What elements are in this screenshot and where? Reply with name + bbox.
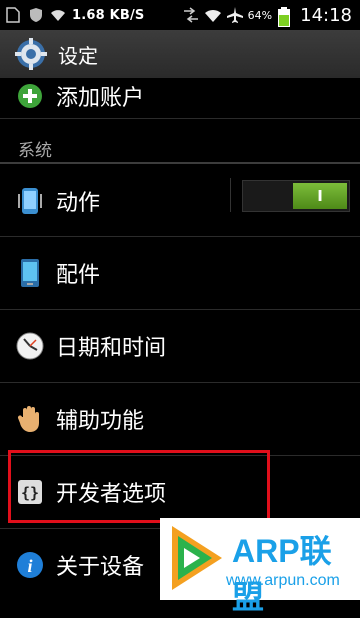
list-item-add-account[interactable]: 添加账户 <box>0 80 360 112</box>
watermark-url: www.arpun.com <box>226 572 340 589</box>
hand-icon <box>16 405 44 433</box>
item-label-about-device: 关于设备 <box>56 554 145 580</box>
motion-toggle[interactable]: I <box>242 180 350 212</box>
list-item-accessories[interactable]: 配件 <box>0 237 360 309</box>
watermark: ARP联盟 www.arpun.com <box>160 518 360 615</box>
battery-percent: 64% <box>247 8 273 22</box>
plus-circle-icon <box>16 82 44 110</box>
list-item-date-time[interactable]: 日期和时间 <box>0 310 360 382</box>
network-speed: 1.68 KB/S <box>72 7 145 23</box>
app-title-bar: 设定 <box>0 30 360 78</box>
clock-icon <box>16 332 44 360</box>
battery-icon <box>278 7 294 27</box>
phone-motion-icon <box>16 187 44 215</box>
status-bar: 1.68 KB/S 64% 14:18 <box>0 0 360 30</box>
section-divider <box>0 162 360 164</box>
divider <box>0 118 360 119</box>
highlight-box <box>8 450 270 523</box>
data-arrows-icon <box>182 7 198 23</box>
item-label-accessibility: 辅助功能 <box>56 409 145 434</box>
wifi-signal-icon <box>204 7 221 23</box>
info-icon: i <box>16 551 44 579</box>
item-label-date-time: 日期和时间 <box>56 336 167 361</box>
toggle-knob: I <box>293 183 347 209</box>
wifi-icon <box>50 7 66 23</box>
phone-device-icon <box>16 259 44 287</box>
page-title: 设定 <box>58 43 98 68</box>
item-label-add-account: 添加账户 <box>56 86 145 111</box>
item-label-accessories: 配件 <box>56 263 101 288</box>
section-header-system: 系统 <box>0 132 360 164</box>
list-item-motion[interactable]: 动作 I <box>0 166 360 236</box>
toggle-separator <box>230 178 231 212</box>
sim-card-icon <box>6 7 22 23</box>
play-logo-icon <box>164 522 228 598</box>
item-label-motion: 动作 <box>56 191 101 216</box>
shield-icon <box>28 7 44 23</box>
section-label: 系统 <box>18 141 52 161</box>
clock-time: 14:18 <box>300 4 352 26</box>
list-item-accessibility[interactable]: 辅助功能 <box>0 383 360 455</box>
airplane-icon <box>226 7 243 23</box>
settings-gear-icon[interactable] <box>14 37 48 71</box>
svg-text:i: i <box>27 556 32 576</box>
